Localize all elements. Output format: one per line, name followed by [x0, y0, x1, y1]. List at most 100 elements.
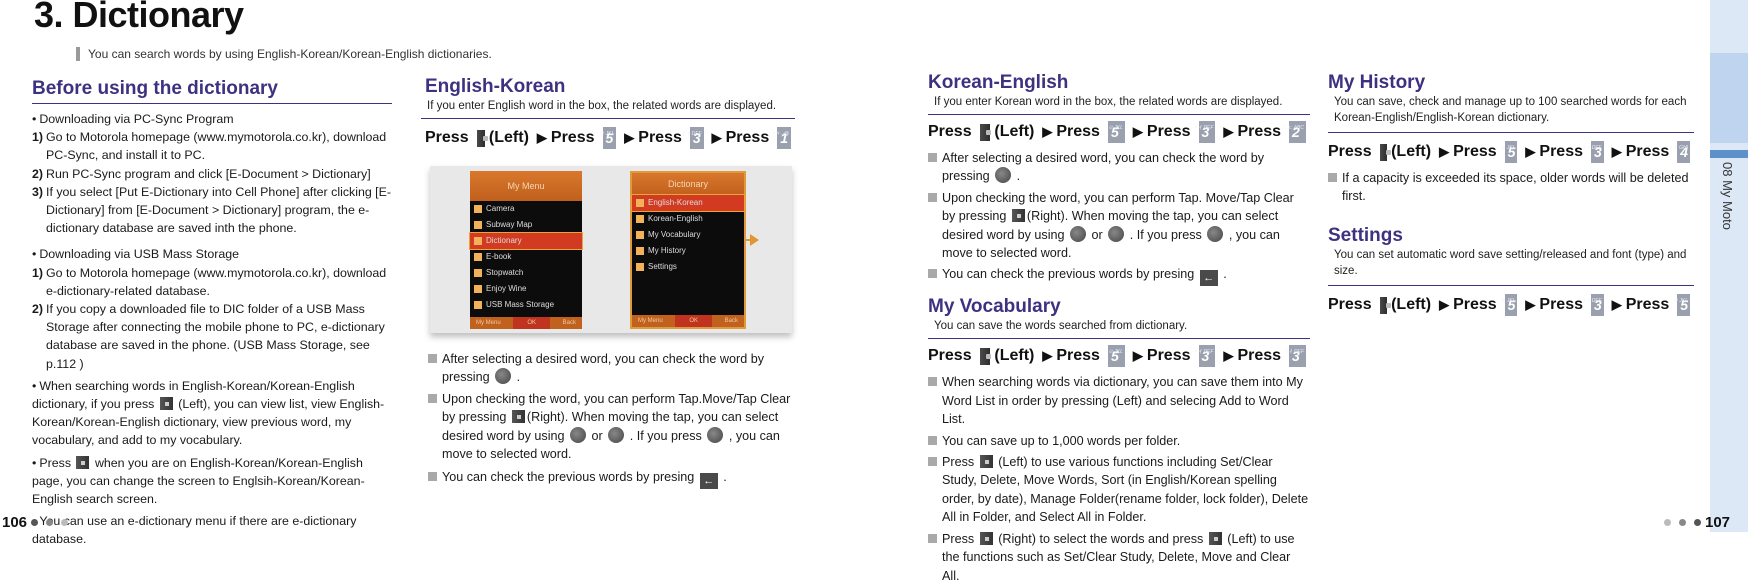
nav-left-right-icon [570, 426, 587, 443]
menu-item: Stopwatch [470, 265, 582, 281]
screen-header: Dictionary [632, 173, 744, 195]
arrow-right-icon: ▶ [1042, 124, 1053, 139]
list-item: Press (Left) to use various functions in… [928, 453, 1310, 527]
key-3-icon: 3 ㅓㅕ DEF [1283, 345, 1306, 368]
my-vocabulary-sub: You can save the words searched from dic… [928, 318, 1310, 340]
arrow-right-icon: ▶ [1132, 348, 1143, 364]
korean-english-sub: If you enter Korean word in the box, the… [928, 94, 1310, 115]
phone-screenshots: My Menu Camera Subway Map Dictionary E-b… [430, 166, 792, 333]
pc-sync-title: Downloading via PC-Sync Program [32, 110, 392, 128]
korean-english-heading: Korean-English [928, 72, 1069, 93]
menu-item-selected: Dictionary [469, 232, 583, 250]
settings-sub: You can set automatic word save setting/… [1328, 247, 1694, 286]
arrow-right-icon: ▶ [536, 130, 547, 145]
key-1-icon: 1 ㄱㅋ .-@ [770, 127, 791, 149]
ok-key-icon [1207, 225, 1224, 242]
list-item: After selecting a desired word, you can … [928, 149, 1310, 186]
key-5-icon: 5ㄹ JKL [1107, 121, 1125, 143]
nav-up-down-icon [608, 426, 625, 443]
page-dot-icon [1679, 519, 1686, 526]
page-dot-icon [1694, 519, 1701, 526]
key-5-icon: 5ㄹ JKL [600, 127, 617, 149]
usb-step: 1) Go to Motorola homepage (www.mymotorol… [32, 265, 387, 298]
my-history-section: My History You can save, check and manag… [1328, 72, 1694, 209]
pc-sync-step: 3) If you select [Put E-Dictionary into C… [32, 184, 392, 236]
key-5-icon: 5ㄹ JKL [1107, 345, 1125, 368]
left-page-number: 106 [2, 514, 72, 531]
arrow-right-icon: ▶ [1439, 297, 1450, 312]
arrow-right-icon: ▶ [1611, 144, 1622, 159]
english-korean-section: English-Korean If you enter English word… [421, 76, 795, 149]
nav-left-right-icon [1070, 225, 1087, 242]
back-key-icon: ← [699, 473, 718, 490]
page-dot-icon [46, 519, 54, 526]
right-soft-key-icon [1011, 209, 1025, 223]
my-vocabulary-key-sequence: Press (Left) ▶ Press 5 ㄹ JKL ▶ Press 3 ㅓㅕ DEF ▶… [928, 345, 1310, 368]
my-history-key-sequence: Press (Left) ▶ Press 5 ㄹ JKL ▶ Press 3 ㅓㅕ DEF ▶… [1328, 141, 1694, 163]
ok-key-icon [495, 368, 512, 385]
ok-key-icon [995, 167, 1012, 184]
korean-english-key-sequence: Press (Left) ▶ Press 5 ㄹ JKL ▶ Press 3 ㅓㅕ DEF ▶… [928, 121, 1310, 143]
right-page-number: 107 [1660, 514, 1730, 531]
list-item: Press (Right) to select the words and pr… [928, 530, 1310, 585]
my-history-sub: You can save, check and manage up to 100… [1328, 94, 1694, 133]
usb-step: 2) If you copy a downloaded file to DIC f… [32, 302, 385, 371]
key-3-icon: 3 ㅓㅕ DEF [1581, 294, 1604, 316]
ok-key-icon [707, 426, 724, 443]
usb-title: Downloading via USB Mass Storage [32, 245, 392, 263]
left-soft-key-icon [979, 123, 991, 141]
before-heading: Before using the dictionary [32, 78, 392, 104]
arrow-right-icon: ▶ [1525, 144, 1536, 159]
key-3-icon: 3 ㅓㅕ DEF [1193, 345, 1216, 368]
note-menu: You can use an e-dictionary menu if ther… [32, 512, 392, 548]
menu-item: E-book [470, 249, 582, 265]
arrow-right-icon: ▶ [1042, 348, 1053, 364]
before-body: Downloading via PC-Sync Program 1)Go to … [32, 110, 392, 549]
menu-item: Subway Map [470, 217, 582, 233]
back-key-icon: ← [1199, 270, 1218, 287]
right-soft-key-icon [511, 410, 525, 424]
korean-english-section: Korean-English If you enter Korean word … [928, 72, 1310, 588]
left-soft-key-icon [979, 455, 993, 469]
page-intro: You can search words by using English-Ko… [76, 47, 492, 61]
screen-footer: My Menu OK Back [632, 315, 744, 327]
english-korean-key-sequence: Press (Left) ▶ Press 5 ㄹ JKL ▶ Press 3 ㅓㅕ DEF ▶… [425, 127, 795, 149]
arrow-right-icon: ▶ [1525, 297, 1536, 312]
page-dot-icon [61, 519, 69, 526]
page-dot-icon [31, 519, 39, 526]
menu-item: Camera [470, 201, 582, 217]
note-switch: Press when you are on English-Korean/Kor… [32, 454, 392, 509]
key-4-icon: 4 ㅅㅈ GHI [1669, 141, 1691, 163]
my-vocabulary-notes: When searching words via dictionary, you… [928, 373, 1310, 584]
left-soft-key-icon [159, 397, 173, 411]
menu-item: Korean-English [632, 211, 744, 227]
list-item: If a capacity is exceeded its space, old… [1328, 169, 1694, 206]
menu-item-selected: English-Korean [631, 194, 745, 212]
left-soft-key-icon [1208, 531, 1222, 545]
key-3-icon: 3 ㅓㅕ DEF [1193, 121, 1216, 143]
nav-up-down-icon [1108, 225, 1125, 242]
menu-item: Settings [632, 259, 744, 275]
menu-item: My History [632, 243, 744, 259]
list-item: After selecting a desired word, you can … [428, 350, 804, 387]
phone-screen-dictionary: Dictionary English-Korean Korean-English… [630, 171, 746, 329]
settings-section: Settings You can set automatic word save… [1328, 225, 1694, 316]
chapter-side-tab: 08 My Moto [1710, 0, 1748, 532]
chapter-label: 08 My Moto [1720, 162, 1735, 230]
arrow-right-icon: ▶ [1611, 297, 1622, 312]
arrow-right-icon: ▶ [1439, 144, 1450, 159]
key-5-icon: 5ㄹ JKL [1673, 294, 1691, 316]
menu-item: Enjoy Wine [470, 281, 582, 297]
korean-english-notes: After selecting a desired word, you can … [928, 149, 1310, 287]
my-history-notes: If a capacity is exceeded its space, old… [1328, 169, 1694, 206]
list-item: You can check the previous words by pres… [428, 468, 804, 490]
key-5-icon: 5ㄹ JKL [1501, 141, 1518, 163]
left-soft-key-icon [979, 347, 991, 365]
list-item: Upon checking the word, you can perform … [928, 189, 1310, 263]
left-soft-key-icon [1379, 143, 1390, 161]
screen-header: My Menu [470, 171, 582, 201]
settings-key-sequence: Press (Left) ▶ Press 5 ㄹ JKL ▶ Press 3 ㅓㅕ DEF ▶… [1328, 294, 1694, 316]
arrow-right-icon: ▶ [624, 130, 635, 145]
list-item: You can check the previous words by pres… [928, 265, 1310, 287]
phone-screen-my-menu: My Menu Camera Subway Map Dictionary E-b… [469, 171, 583, 329]
